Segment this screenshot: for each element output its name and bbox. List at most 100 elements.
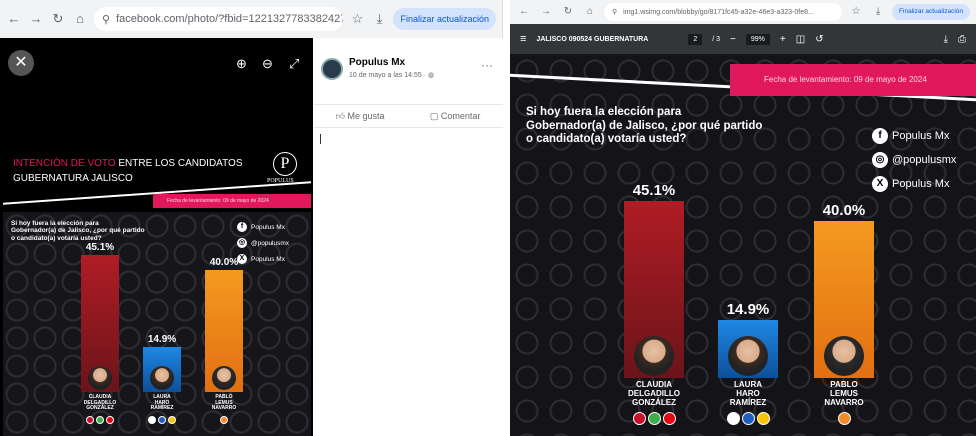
right-browser-window: ← → ↻ ⌂ ⚲ img1.wsimg.com/blobby/go/8171f… [510, 0, 976, 436]
comment-button[interactable]: ▢ Comentar [430, 111, 481, 122]
page-avatar[interactable] [321, 58, 343, 80]
bar-value-label: 40.0% [209, 257, 239, 269]
party-logo-icon [662, 412, 676, 425]
candidate-name-line: NAVARRO [824, 397, 864, 407]
text-cursor [320, 134, 321, 144]
download-icon[interactable]: ⤓ [944, 34, 948, 45]
like-button[interactable]: 👍︎ Me gusta [336, 111, 385, 122]
candidate-name-line: NAVARRO [211, 405, 237, 411]
page-total: / 3 [712, 35, 721, 43]
party-logo-icon [632, 412, 646, 425]
print-icon[interactable]: ⎙ [958, 34, 966, 45]
candidate-name: CLAUDIA DELGADILLO GONZÁLEZ [71, 394, 129, 412]
reload-icon[interactable]: ↻ [560, 4, 576, 20]
party-logo-icon [86, 415, 94, 424]
party-logo-icon [148, 415, 156, 424]
pdf-title: JALISCO 090524 GUBERNATURA [536, 35, 649, 43]
bar-value-label: 14.9% [726, 300, 770, 318]
candidate-name-line: GONZÁLEZ [86, 405, 114, 411]
home-icon[interactable]: ⌂ [582, 4, 598, 20]
zoom-in-icon[interactable]: + [780, 34, 786, 45]
back-icon[interactable]: ← [6, 11, 22, 27]
candidate-photo [824, 336, 864, 376]
zoom-in-icon[interactable]: ⊕ [236, 56, 247, 72]
fit-page-icon[interactable]: ◫ [796, 34, 805, 45]
candidate-name: PABLO LEMUS NAVARRO [804, 380, 884, 407]
close-icon[interactable]: ✕ [8, 50, 34, 76]
home-icon[interactable]: ⌂ [72, 11, 88, 27]
party-logo-icon [837, 412, 851, 425]
page-name[interactable]: Populus Mx [349, 57, 405, 68]
poster-headline: INTENCIÓN DE VOTO ENTRE LOS CANDIDATOS [13, 158, 243, 169]
screen: ← → ↻ ⌂ ⚲ facebook.com/photo/?fbid=12213… [0, 0, 976, 436]
poster-headline-line2: GUBERNATURA JALISCO [13, 173, 133, 184]
rotate-icon[interactable]: ↺ [815, 34, 823, 45]
address-text: img1.wsimg.com/blobby/go/8171fc45-a32e-4… [623, 8, 814, 16]
right-browser-toolbar: ← → ↻ ⌂ ⚲ img1.wsimg.com/blobby/go/8171f… [510, 0, 976, 24]
page-number-input[interactable]: 2 [688, 33, 703, 45]
candidate-name: PABLO LEMUS NAVARRO [195, 394, 253, 412]
address-bar[interactable]: ⚲ facebook.com/photo/?fbid=1221327783382… [94, 7, 344, 31]
candidate-name-line: RAMÍREZ [729, 397, 767, 407]
candidate-photo [634, 336, 674, 376]
site-info-icon[interactable]: ⚲ [612, 8, 617, 16]
candidate-name-line: GONZÁLEZ [632, 397, 676, 407]
download-icon[interactable]: ⤓ [371, 11, 387, 27]
poster-small: INTENCIÓN DE VOTO ENTRE LOS CANDIDATOS G… [3, 138, 311, 436]
photo-viewer: ✕ ⊕ ⊖ ⤢ INTENCIÓN DE VOTO ENTRE LOS CAND… [0, 38, 313, 436]
forward-icon[interactable]: → [538, 4, 554, 20]
party-logo-icon [726, 412, 740, 425]
party-logo-icon [106, 415, 114, 424]
update-button[interactable]: Finalizar actualización [393, 8, 496, 30]
post-actions: 👍︎ Me gusta ▢ Comentar [313, 104, 503, 128]
bar-value-label: 45.1% [632, 182, 676, 200]
chart-small: 45.1% CLAUDIA DELGADILLO GONZÁLEZ 14.9% LAURA… [3, 212, 311, 436]
party-logo-icon [647, 412, 661, 425]
bookmark-star-icon[interactable]: ☆ [349, 11, 365, 27]
comment-icon: ▢ [429, 110, 441, 121]
candidate-name: CLAUDIA DELGADILLO GONZÁLEZ [614, 380, 694, 407]
address-text: facebook.com/photo/?fbid=122132778338242… [116, 13, 344, 25]
candidate-name: LAURA HARO RAMÍREZ [708, 380, 788, 407]
bar-value-label: 45.1% [85, 241, 115, 253]
left-browser-window: ← → ↻ ⌂ ⚲ facebook.com/photo/?fbid=12213… [0, 0, 503, 436]
candidate-photo [728, 336, 768, 376]
fullscreen-icon[interactable]: ⤢ [289, 56, 299, 72]
candidate-photo [212, 366, 236, 390]
more-options-icon[interactable]: ··· [481, 58, 493, 72]
zoom-input[interactable]: 99% [745, 33, 770, 45]
forward-icon[interactable]: → [28, 11, 44, 27]
party-logo-icon [96, 415, 104, 424]
address-bar[interactable]: ⚲ img1.wsimg.com/blobby/go/8171fc45-a32e… [604, 3, 843, 21]
date-band: Fecha de levantamiento: 09 de mayo de 20… [153, 194, 311, 208]
party-logo-icon [168, 415, 176, 424]
chart-large: 45.1% CLAUDIA DELGADILLO GONZÁLEZ 14.9% LAURA… [510, 54, 976, 436]
candidate-name: LAURA HARO RAMÍREZ [133, 394, 191, 412]
candidate-photo [88, 366, 112, 390]
post-date[interactable]: 10 de mayo a las 14:55 · ◍ [349, 71, 434, 79]
bookmark-star-icon[interactable]: ☆ [848, 4, 864, 20]
thumbs-up-icon: 👍︎ [335, 110, 348, 121]
menu-icon[interactable]: ≡ [520, 33, 526, 45]
bar-value-label: 40.0% [822, 202, 866, 220]
pdf-toolbar: ≡ JALISCO 090524 GUBERNATURA 2 / 3 − 99%… [510, 24, 976, 54]
poster-large: Fecha de levantamiento: 09 de mayo de 20… [510, 54, 976, 436]
back-icon[interactable]: ← [516, 4, 532, 20]
candidate-name-line: RAMÍREZ [150, 405, 174, 411]
zoom-out-icon[interactable]: − [730, 34, 736, 45]
download-icon[interactable]: ⤓ [870, 4, 886, 20]
globe-icon: ◍ [428, 72, 435, 79]
site-info-icon[interactable]: ⚲ [102, 13, 110, 26]
populus-logo: P [273, 152, 297, 176]
party-logo-icon [756, 412, 770, 425]
party-logo-icon [158, 415, 166, 424]
poster-body: Si hoy fuera la elección para Gobernador… [3, 212, 311, 436]
zoom-out-icon[interactable]: ⊖ [262, 56, 273, 72]
candidate-photo [150, 366, 174, 390]
reload-icon[interactable]: ↻ [50, 11, 66, 27]
bar-value-label: 14.9% [147, 333, 177, 345]
update-button[interactable]: Finalizar actualización [892, 4, 970, 20]
post-panel: Populus Mx 10 de mayo a las 14:55 · ◍ ··… [313, 38, 503, 436]
party-logo-icon [220, 415, 228, 424]
left-browser-toolbar: ← → ↻ ⌂ ⚲ facebook.com/photo/?fbid=12213… [0, 0, 502, 38]
